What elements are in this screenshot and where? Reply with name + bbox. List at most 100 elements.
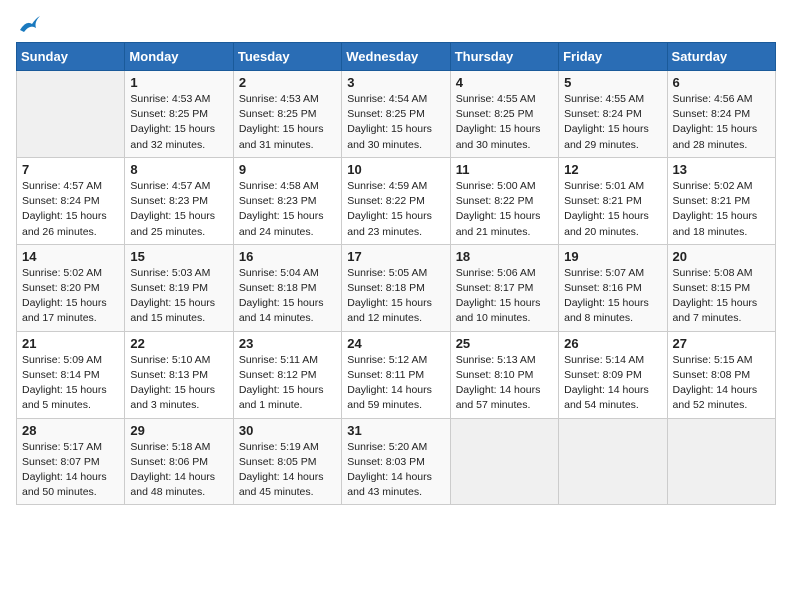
weekday-header: Saturday xyxy=(667,43,775,71)
calendar-cell: 5 Sunrise: 4:55 AM Sunset: 8:24 PM Daylig… xyxy=(559,71,667,158)
day-info: Sunrise: 5:12 AM Sunset: 8:11 PM Dayligh… xyxy=(347,353,444,414)
day-info: Sunrise: 5:14 AM Sunset: 8:09 PM Dayligh… xyxy=(564,353,661,414)
calendar-cell xyxy=(17,71,125,158)
day-info: Sunrise: 5:08 AM Sunset: 8:15 PM Dayligh… xyxy=(673,266,770,327)
day-info: Sunrise: 5:15 AM Sunset: 8:08 PM Dayligh… xyxy=(673,353,770,414)
day-number: 14 xyxy=(22,249,119,264)
day-number: 29 xyxy=(130,423,227,438)
calendar-cell: 21 Sunrise: 5:09 AM Sunset: 8:14 PM Dayli… xyxy=(17,331,125,418)
calendar-cell: 27 Sunrise: 5:15 AM Sunset: 8:08 PM Dayli… xyxy=(667,331,775,418)
day-number: 26 xyxy=(564,336,661,351)
calendar-cell: 16 Sunrise: 5:04 AM Sunset: 8:18 PM Dayli… xyxy=(233,244,341,331)
day-info: Sunrise: 5:03 AM Sunset: 8:19 PM Dayligh… xyxy=(130,266,227,327)
day-number: 23 xyxy=(239,336,336,351)
calendar-cell xyxy=(450,418,558,505)
day-info: Sunrise: 4:55 AM Sunset: 8:25 PM Dayligh… xyxy=(456,92,553,153)
calendar-cell: 28 Sunrise: 5:17 AM Sunset: 8:07 PM Dayli… xyxy=(17,418,125,505)
day-info: Sunrise: 5:07 AM Sunset: 8:16 PM Dayligh… xyxy=(564,266,661,327)
weekday-header: Monday xyxy=(125,43,233,71)
day-info: Sunrise: 5:02 AM Sunset: 8:21 PM Dayligh… xyxy=(673,179,770,240)
logo-bird-icon xyxy=(18,16,40,34)
day-number: 6 xyxy=(673,75,770,90)
day-number: 16 xyxy=(239,249,336,264)
day-info: Sunrise: 5:19 AM Sunset: 8:05 PM Dayligh… xyxy=(239,440,336,501)
day-info: Sunrise: 5:00 AM Sunset: 8:22 PM Dayligh… xyxy=(456,179,553,240)
day-info: Sunrise: 5:01 AM Sunset: 8:21 PM Dayligh… xyxy=(564,179,661,240)
calendar-cell: 20Sunrise: 5:08 AM Sunset: 8:15 PM Dayli… xyxy=(667,244,775,331)
day-info: Sunrise: 5:18 AM Sunset: 8:06 PM Dayligh… xyxy=(130,440,227,501)
day-info: Sunrise: 4:56 AM Sunset: 8:24 PM Dayligh… xyxy=(673,92,770,153)
calendar-cell: 30 Sunrise: 5:19 AM Sunset: 8:05 PM Dayli… xyxy=(233,418,341,505)
calendar-cell: 22 Sunrise: 5:10 AM Sunset: 8:13 PM Dayli… xyxy=(125,331,233,418)
day-number: 3 xyxy=(347,75,444,90)
calendar-cell: 4 Sunrise: 4:55 AM Sunset: 8:25 PM Daylig… xyxy=(450,71,558,158)
day-number: 11 xyxy=(456,162,553,177)
day-number: 19 xyxy=(564,249,661,264)
weekday-header: Tuesday xyxy=(233,43,341,71)
calendar-cell: 6 Sunrise: 4:56 AM Sunset: 8:24 PM Daylig… xyxy=(667,71,775,158)
day-number: 28 xyxy=(22,423,119,438)
day-info: Sunrise: 5:06 AM Sunset: 8:17 PM Dayligh… xyxy=(456,266,553,327)
weekday-header: Friday xyxy=(559,43,667,71)
day-info: Sunrise: 5:09 AM Sunset: 8:14 PM Dayligh… xyxy=(22,353,119,414)
day-info: Sunrise: 4:54 AM Sunset: 8:25 PM Dayligh… xyxy=(347,92,444,153)
day-info: Sunrise: 5:13 AM Sunset: 8:10 PM Dayligh… xyxy=(456,353,553,414)
day-info: Sunrise: 5:04 AM Sunset: 8:18 PM Dayligh… xyxy=(239,266,336,327)
day-number: 10 xyxy=(347,162,444,177)
calendar-cell: 14 Sunrise: 5:02 AM Sunset: 8:20 PM Dayli… xyxy=(17,244,125,331)
calendar-cell: 8 Sunrise: 4:57 AM Sunset: 8:23 PM Daylig… xyxy=(125,157,233,244)
day-info: Sunrise: 4:57 AM Sunset: 8:23 PM Dayligh… xyxy=(130,179,227,240)
page-header xyxy=(16,16,776,30)
calendar-cell: 13 Sunrise: 5:02 AM Sunset: 8:21 PM Dayli… xyxy=(667,157,775,244)
day-number: 15 xyxy=(130,249,227,264)
calendar-cell xyxy=(559,418,667,505)
day-info: Sunrise: 4:59 AM Sunset: 8:22 PM Dayligh… xyxy=(347,179,444,240)
day-info: Sunrise: 5:17 AM Sunset: 8:07 PM Dayligh… xyxy=(22,440,119,501)
day-info: Sunrise: 4:55 AM Sunset: 8:24 PM Dayligh… xyxy=(564,92,661,153)
day-info: Sunrise: 4:58 AM Sunset: 8:23 PM Dayligh… xyxy=(239,179,336,240)
day-info: Sunrise: 5:10 AM Sunset: 8:13 PM Dayligh… xyxy=(130,353,227,414)
day-number: 18 xyxy=(456,249,553,264)
calendar-cell: 17Sunrise: 5:05 AM Sunset: 8:18 PM Dayli… xyxy=(342,244,450,331)
calendar-cell xyxy=(667,418,775,505)
day-info: Sunrise: 5:02 AM Sunset: 8:20 PM Dayligh… xyxy=(22,266,119,327)
calendar-cell: 12Sunrise: 5:01 AM Sunset: 8:21 PM Dayli… xyxy=(559,157,667,244)
calendar-cell: 2 Sunrise: 4:53 AM Sunset: 8:25 PM Daylig… xyxy=(233,71,341,158)
day-number: 5 xyxy=(564,75,661,90)
calendar-cell: 31 Sunrise: 5:20 AM Sunset: 8:03 PM Dayli… xyxy=(342,418,450,505)
calendar-cell: 3 Sunrise: 4:54 AM Sunset: 8:25 PM Daylig… xyxy=(342,71,450,158)
day-number: 9 xyxy=(239,162,336,177)
calendar-cell: 19 Sunrise: 5:07 AM Sunset: 8:16 PM Dayli… xyxy=(559,244,667,331)
day-number: 8 xyxy=(130,162,227,177)
logo xyxy=(16,16,40,30)
day-info: Sunrise: 4:57 AM Sunset: 8:24 PM Dayligh… xyxy=(22,179,119,240)
day-number: 25 xyxy=(456,336,553,351)
calendar-cell: 23 Sunrise: 5:11 AM Sunset: 8:12 PM Dayli… xyxy=(233,331,341,418)
calendar-cell: 7 Sunrise: 4:57 AM Sunset: 8:24 PM Daylig… xyxy=(17,157,125,244)
day-number: 4 xyxy=(456,75,553,90)
weekday-header: Sunday xyxy=(17,43,125,71)
calendar-cell: 24Sunrise: 5:12 AM Sunset: 8:11 PM Dayli… xyxy=(342,331,450,418)
calendar-cell: 29 Sunrise: 5:18 AM Sunset: 8:06 PM Dayli… xyxy=(125,418,233,505)
weekday-header: Thursday xyxy=(450,43,558,71)
day-info: Sunrise: 4:53 AM Sunset: 8:25 PM Dayligh… xyxy=(130,92,227,153)
day-number: 13 xyxy=(673,162,770,177)
day-number: 1 xyxy=(130,75,227,90)
calendar-cell: 25 Sunrise: 5:13 AM Sunset: 8:10 PM Dayli… xyxy=(450,331,558,418)
day-number: 17 xyxy=(347,249,444,264)
calendar-cell: 26 Sunrise: 5:14 AM Sunset: 8:09 PM Dayli… xyxy=(559,331,667,418)
day-info: Sunrise: 4:53 AM Sunset: 8:25 PM Dayligh… xyxy=(239,92,336,153)
day-number: 27 xyxy=(673,336,770,351)
day-info: Sunrise: 5:11 AM Sunset: 8:12 PM Dayligh… xyxy=(239,353,336,414)
day-number: 31 xyxy=(347,423,444,438)
calendar-cell: 9 Sunrise: 4:58 AM Sunset: 8:23 PM Daylig… xyxy=(233,157,341,244)
day-number: 30 xyxy=(239,423,336,438)
calendar-cell: 18 Sunrise: 5:06 AM Sunset: 8:17 PM Dayli… xyxy=(450,244,558,331)
calendar-cell: 15 Sunrise: 5:03 AM Sunset: 8:19 PM Dayli… xyxy=(125,244,233,331)
calendar-cell: 1 Sunrise: 4:53 AM Sunset: 8:25 PM Daylig… xyxy=(125,71,233,158)
day-number: 7 xyxy=(22,162,119,177)
day-info: Sunrise: 5:20 AM Sunset: 8:03 PM Dayligh… xyxy=(347,440,444,501)
day-number: 22 xyxy=(130,336,227,351)
day-number: 2 xyxy=(239,75,336,90)
day-number: 21 xyxy=(22,336,119,351)
